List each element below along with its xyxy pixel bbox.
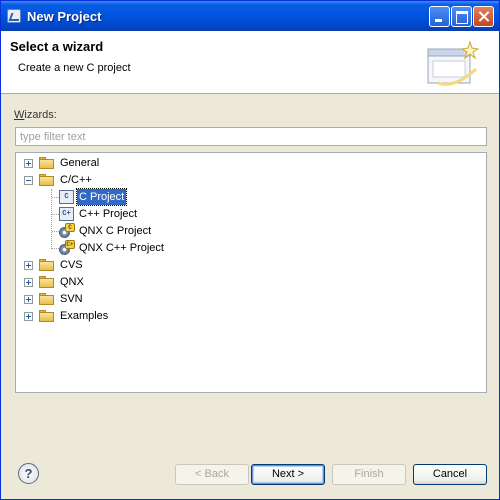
tree-item-label: C++ Project [79,208,138,220]
next-button[interactable]: Next > [251,464,325,485]
wizard-banner-icon [427,40,480,86]
folder-icon [39,310,55,322]
tree-item-label: C Project [75,188,128,206]
wizards-label: Wizards: [14,109,57,121]
help-button[interactable]: ? [18,463,39,484]
page-description: Create a new C project [18,62,131,74]
title-bar[interactable]: New Project [1,1,499,31]
expand-icon[interactable] [24,295,33,304]
page-title: Select a wizard [10,39,104,54]
tree-guide-line [52,197,59,198]
folder-icon [39,157,55,169]
back-button[interactable]: < Back [175,464,249,485]
folder-icon [39,259,55,271]
folder-icon [39,293,55,305]
qnx-c-project-icon: C [59,223,75,238]
eclipse-app-icon [7,9,21,23]
c-project-icon: C [59,190,74,204]
tree-item-label: C/C++ [60,174,92,186]
maximize-button[interactable] [451,6,472,27]
folder-icon [39,276,55,288]
tree-item-label: QNX [60,276,84,288]
cpp-project-icon: C+ [59,207,74,221]
wizard-header: Select a wizard Create a new C project [1,31,499,94]
tree-item-label: QNX C++ Project [79,242,164,254]
tree-guide-line [52,248,59,249]
finish-button[interactable]: Finish [332,464,406,485]
filter-input[interactable] [15,127,487,146]
tree-guide-line [52,214,59,215]
wizard-tree[interactable]: General C/C++ C C Project C+ C++ Project… [15,152,487,393]
expand-icon[interactable] [24,312,33,321]
folder-open-icon [39,174,55,186]
qnx-cpp-project-icon: C+ [59,240,75,255]
window-title: New Project [27,9,102,24]
tree-item-label: QNX C Project [79,225,152,237]
expand-icon[interactable] [24,159,33,168]
new-project-dialog: New Project Select a wizard Create a new… [0,0,500,500]
tree-item-label: General [60,157,100,169]
tree-item-label: SVN [60,293,83,305]
tree-item-label: CVS [60,259,83,271]
close-button[interactable] [473,6,494,27]
tree-guide-line [52,231,59,232]
tree-guide-line [51,189,52,249]
expand-icon[interactable] [24,278,33,287]
collapse-icon[interactable] [24,176,33,185]
tree-item-label: Examples [60,310,109,322]
minimize-button[interactable] [429,6,450,27]
cancel-button[interactable]: Cancel [413,464,487,485]
expand-icon[interactable] [24,261,33,270]
